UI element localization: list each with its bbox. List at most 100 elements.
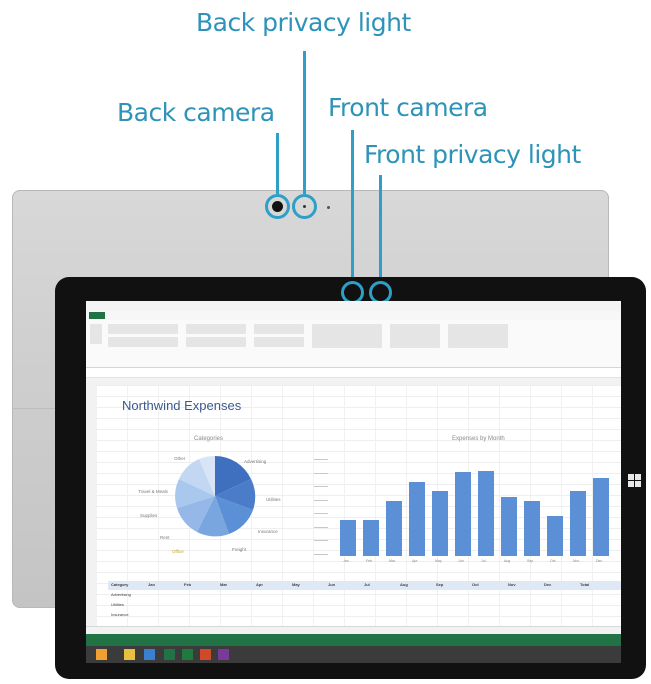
y-axis-tick — [314, 486, 328, 488]
table-header-cell: Jan — [148, 582, 155, 587]
table-header-cell: Total — [580, 582, 590, 587]
back-microphone-dot — [327, 206, 330, 209]
alignment-group — [186, 324, 246, 334]
y-axis-tick — [314, 526, 328, 528]
editing-group — [448, 324, 508, 348]
powerpoint-icon[interactable] — [200, 649, 211, 660]
bar-chart: Jan Feb Mar Apr May Jun Jul Aug Sep Oct Nov Dec — [314, 456, 619, 566]
file-explorer-icon[interactable] — [124, 649, 135, 660]
month-label: Jul — [481, 559, 486, 563]
taskbar — [86, 646, 621, 663]
back-camera-leader — [276, 133, 279, 194]
windows-logo-icon[interactable] — [628, 474, 641, 487]
excel-icon-alt[interactable] — [182, 649, 193, 660]
number-format-box — [254, 324, 304, 334]
status-bar — [86, 634, 621, 646]
pie-label: Travel & Meals — [138, 489, 168, 494]
table-header-cell: Nov — [508, 582, 516, 587]
table-header-cell: Feb — [184, 582, 192, 587]
pie-chart — [175, 455, 256, 537]
month-label: Jan — [343, 559, 349, 563]
bar-apr — [409, 481, 425, 556]
start-icon[interactable] — [96, 649, 107, 660]
pie-chart-title: Categories — [194, 436, 224, 442]
pie-label: Freight — [232, 547, 247, 552]
table-cell: Advertising — [111, 592, 131, 597]
table-header-cell: Aug — [400, 582, 408, 587]
y-axis-tick — [314, 513, 328, 515]
table-cell: Insurance — [111, 612, 129, 617]
table-row: Insurance — [108, 611, 621, 620]
ie-icon[interactable] — [144, 649, 155, 660]
table-header-cell: Jul — [364, 582, 370, 587]
table-header-cell: Apr — [256, 582, 263, 587]
pie-label: Office — [172, 549, 184, 554]
pie-label: Rent — [160, 535, 170, 540]
front-privacy-light-leader — [379, 175, 382, 282]
month-label: May — [435, 559, 442, 563]
y-axis-tick — [314, 554, 328, 555]
month-label: Oct — [550, 559, 556, 563]
wrap-merge-group — [186, 337, 246, 347]
month-label: Jun — [458, 559, 464, 563]
front-camera-leader — [351, 130, 354, 282]
pie-label: Other — [174, 456, 186, 461]
bar-jun — [455, 472, 471, 556]
table-header-cell: Category — [111, 582, 129, 587]
y-axis-tick — [314, 540, 328, 542]
bar-sep — [524, 500, 540, 556]
paste-button — [90, 324, 102, 344]
excel-icon[interactable] — [164, 649, 175, 660]
table-row: Utilities — [108, 601, 621, 610]
back-privacy-light-leader — [303, 51, 306, 194]
pie-label: Utilities — [266, 497, 281, 502]
table-header-cell: May — [292, 582, 300, 587]
onenote-icon[interactable] — [218, 649, 229, 660]
table-row: Advertising — [108, 591, 621, 600]
bar-dec — [593, 478, 609, 556]
bar-oct — [547, 516, 563, 556]
y-axis-tick — [314, 499, 328, 501]
month-label: Dec — [596, 559, 603, 563]
table-header-row: Category Jan Feb Mar Apr May Jun Jul Aug Sep Oct No… — [108, 581, 621, 590]
month-label: Apr — [412, 559, 418, 563]
formula-bar — [86, 368, 621, 378]
ribbon-tabs — [86, 311, 621, 320]
back-camera-ring — [265, 194, 290, 219]
month-label: Mar — [389, 559, 396, 563]
month-label: Feb — [366, 559, 373, 563]
table-cell: Utilities — [111, 602, 124, 607]
number-format-row — [254, 337, 304, 347]
table-header-cell: Jun — [328, 582, 336, 587]
styles-group — [312, 324, 382, 348]
font-format-row — [108, 337, 178, 347]
bar-nov — [570, 491, 586, 556]
month-label: Aug — [504, 559, 511, 563]
bar-jul — [478, 470, 494, 556]
table-header-cell: Sep — [436, 582, 444, 587]
table-header-cell: Oct — [472, 582, 479, 587]
bar-may — [432, 491, 448, 556]
table-header-cell: Dec — [544, 582, 552, 587]
pie-label: Insurance — [258, 529, 278, 534]
bar-jan — [340, 519, 356, 556]
cells-group — [390, 324, 440, 348]
pie-label: Advertising — [244, 459, 267, 464]
front-privacy-light-label: Front privacy light — [364, 140, 581, 169]
table-header-cell: Mar — [220, 582, 228, 587]
sheet-title: Northwind Expenses — [122, 398, 242, 413]
bar-aug — [501, 497, 517, 556]
month-label: Sep — [527, 559, 534, 563]
y-axis-tick — [314, 459, 328, 460]
pie-label: Supplies — [140, 513, 158, 518]
expense-table: Category Jan Feb Mar Apr May Jun Jul Aug Sep Oct No… — [108, 581, 621, 623]
back-privacy-light-ring — [292, 194, 317, 219]
y-axis-tick — [314, 472, 328, 474]
font-box — [108, 324, 178, 334]
excel-screen: Northwind Expenses Categories Advertisin… — [86, 301, 621, 646]
month-label: Nov — [573, 559, 580, 563]
back-privacy-light-label: Back privacy light — [196, 8, 411, 37]
bar-chart-title: Expenses by Month — [452, 436, 505, 442]
back-camera-label: Back camera — [117, 98, 275, 127]
bar-feb — [363, 519, 379, 556]
